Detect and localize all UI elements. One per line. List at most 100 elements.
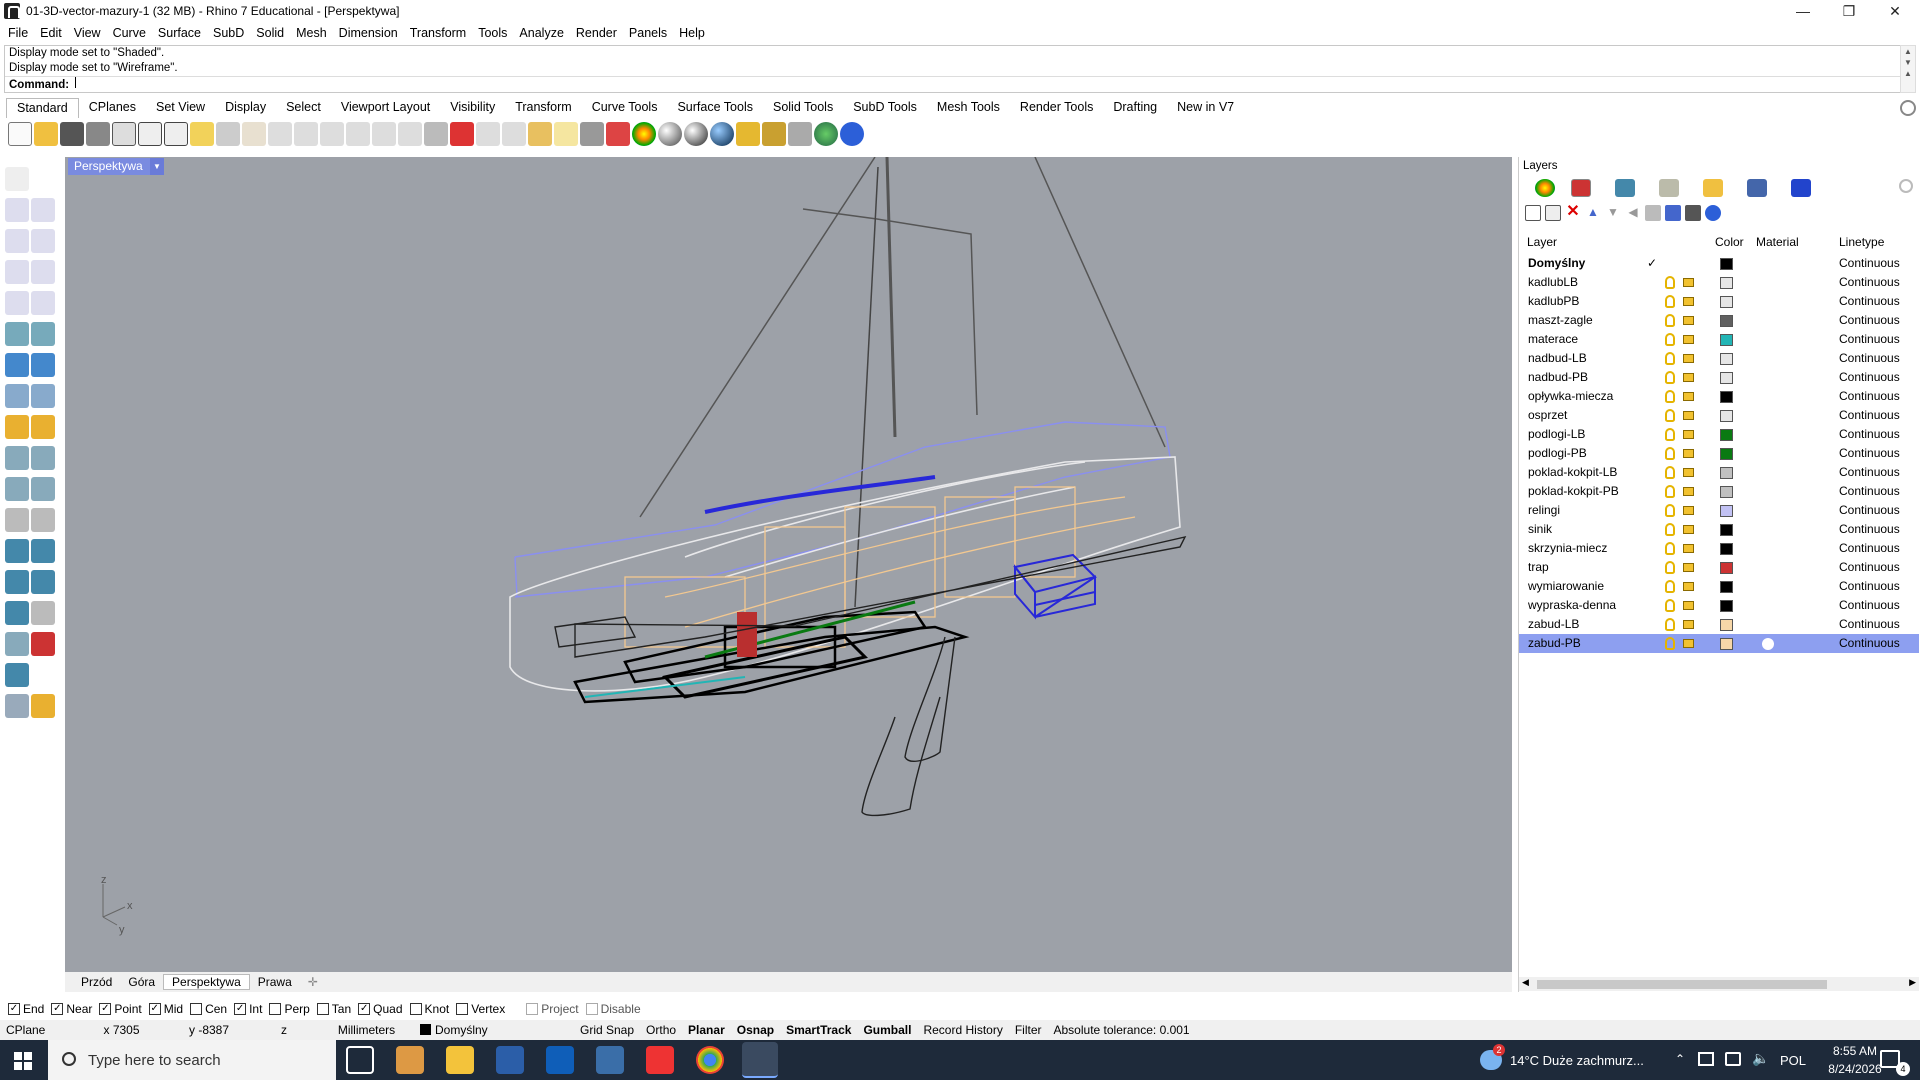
layer-linetype[interactable]: Continuous	[1839, 558, 1900, 577]
layer-color-swatch[interactable]	[1720, 581, 1733, 593]
circle-icon[interactable]	[5, 229, 29, 253]
notifications-tab-icon[interactable]	[1791, 179, 1811, 197]
checkbox[interactable]: ✓	[234, 1003, 247, 1015]
new-layer-icon[interactable]	[1525, 205, 1541, 221]
menu-solid[interactable]: Solid	[252, 26, 292, 40]
lock-icon[interactable]	[1683, 544, 1694, 553]
tab-standard[interactable]: Standard	[6, 98, 79, 118]
osnap-int[interactable]: ✓ Int	[234, 1002, 262, 1016]
layer-color-swatch[interactable]	[1720, 334, 1733, 346]
zoom-selected-icon[interactable]	[372, 122, 396, 146]
layer-name[interactable]: podlogi-LB	[1528, 425, 1585, 444]
menu-view[interactable]: View	[70, 26, 109, 40]
layer-color-swatch[interactable]	[1720, 372, 1733, 384]
layer-color-swatch[interactable]	[1720, 505, 1733, 517]
osnap-tan[interactable]: Tan	[316, 1002, 351, 1016]
select-arrow-icon[interactable]	[5, 167, 29, 191]
materials-tab-icon[interactable]	[1659, 179, 1679, 197]
lock-icon[interactable]	[1683, 468, 1694, 477]
layer-color-swatch[interactable]	[1720, 429, 1733, 441]
new-sublayer-icon[interactable]	[1545, 205, 1561, 221]
polyline-icon[interactable]	[5, 198, 29, 222]
grid-snap-icon[interactable]	[528, 122, 552, 146]
dimension-icon[interactable]	[788, 122, 812, 146]
globe-icon[interactable]	[814, 122, 838, 146]
chevron-down-icon[interactable]: ▼	[150, 158, 164, 175]
move-down-icon[interactable]: ▼	[1605, 205, 1621, 221]
light-bulb-icon[interactable]	[1665, 409, 1675, 422]
pan-hand-icon[interactable]	[242, 122, 266, 146]
layer-row[interactable]: Domyślny ✓ Continuous	[1519, 254, 1919, 273]
rendered-sphere-icon[interactable]	[684, 122, 708, 146]
layer-name[interactable]: nadbud-PB	[1528, 368, 1588, 387]
light-bulb-icon[interactable]	[1665, 618, 1675, 631]
viewport-title-tab[interactable]: Perspektywa	[68, 158, 163, 175]
layer-name[interactable]: materace	[1528, 330, 1578, 349]
osnap-mid[interactable]: ✓ Mid	[148, 1002, 183, 1016]
tab-transform[interactable]: Transform	[505, 98, 582, 118]
osnap-near[interactable]: ✓ Near	[51, 1002, 92, 1016]
layer-row[interactable]: zabud-PB Continuous	[1519, 634, 1919, 653]
lock-icon[interactable]	[1683, 297, 1694, 306]
analyze-icon[interactable]	[5, 663, 29, 687]
layer-linetype[interactable]: Continuous	[1839, 539, 1900, 558]
light-bulb-icon[interactable]	[1665, 599, 1675, 612]
layer-name[interactable]: relingi	[1528, 501, 1560, 520]
layer-color-swatch[interactable]	[1720, 315, 1733, 327]
curve-icon[interactable]	[31, 198, 55, 222]
command-input[interactable]	[75, 77, 77, 88]
light-bulb-icon[interactable]	[1665, 352, 1675, 365]
layer-color-swatch[interactable]	[1720, 448, 1733, 460]
layer-row[interactable]: materace Continuous	[1519, 330, 1919, 349]
calculator-icon[interactable]	[596, 1046, 624, 1074]
lock-icon[interactable]	[1683, 449, 1694, 458]
menu-surface[interactable]: Surface	[154, 26, 209, 40]
col-color[interactable]: Color	[1715, 235, 1744, 249]
print-icon[interactable]	[86, 122, 110, 146]
loft-icon[interactable]	[31, 322, 55, 346]
light-bulb-icon[interactable]	[1665, 447, 1675, 460]
osnap-knot[interactable]: Knot	[409, 1002, 449, 1016]
layer-linetype[interactable]: Continuous	[1839, 292, 1900, 311]
lock-icon[interactable]	[1683, 506, 1694, 515]
layer-name[interactable]: sinik	[1528, 520, 1552, 539]
store-icon[interactable]	[496, 1046, 524, 1074]
fillet-icon[interactable]	[5, 508, 29, 532]
cut-icon[interactable]	[138, 122, 162, 146]
toggle-record-history[interactable]: Record History	[917, 1023, 1008, 1037]
language-indicator[interactable]: POL	[1780, 1040, 1806, 1080]
light-bulb-icon[interactable]	[1665, 504, 1675, 517]
tab-mesh-tools[interactable]: Mesh Tools	[927, 98, 1010, 118]
open-folder-icon[interactable]	[34, 122, 58, 146]
light-bulb-icon[interactable]	[1665, 466, 1675, 479]
figma-icon[interactable]	[646, 1046, 674, 1074]
rectangle-icon[interactable]	[31, 260, 55, 284]
checkbox[interactable]	[409, 1003, 422, 1015]
layer-help-icon[interactable]	[1705, 205, 1721, 221]
osnap-quad[interactable]: ✓ Quad	[358, 1002, 403, 1016]
layer-name[interactable]: podlogi-PB	[1528, 444, 1587, 463]
menu-help[interactable]: Help	[675, 26, 713, 40]
osnap-disable[interactable]: Disable	[585, 1002, 641, 1016]
layer-color-swatch[interactable]	[1720, 277, 1733, 289]
tab-set-view[interactable]: Set View	[146, 98, 215, 118]
trim-icon[interactable]	[5, 446, 29, 470]
filter-layers-icon[interactable]	[1645, 205, 1661, 221]
status-units[interactable]: Millimeters	[319, 1023, 414, 1037]
toggle-ortho[interactable]: Ortho	[640, 1023, 682, 1037]
join-icon[interactable]	[5, 477, 29, 501]
funnel-icon[interactable]	[1665, 205, 1681, 221]
paint-app-icon[interactable]	[396, 1046, 424, 1074]
checkbox[interactable]: ✓	[99, 1003, 112, 1015]
render-sphere-icon[interactable]	[710, 122, 734, 146]
light-bulb-icon[interactable]	[554, 122, 578, 146]
layer-row[interactable]: poklad-kokpit-LB Continuous	[1519, 463, 1919, 482]
tab-visibility[interactable]: Visibility	[440, 98, 505, 118]
layer-row[interactable]: relingi Continuous	[1519, 501, 1919, 520]
lock-icon[interactable]	[1683, 411, 1694, 420]
menu-tools[interactable]: Tools	[474, 26, 515, 40]
fillet-curve-icon[interactable]	[31, 291, 55, 315]
light-bulb-icon[interactable]	[1665, 314, 1675, 327]
ellipse-icon[interactable]	[31, 229, 55, 253]
layer-color-swatch[interactable]	[1720, 524, 1733, 536]
